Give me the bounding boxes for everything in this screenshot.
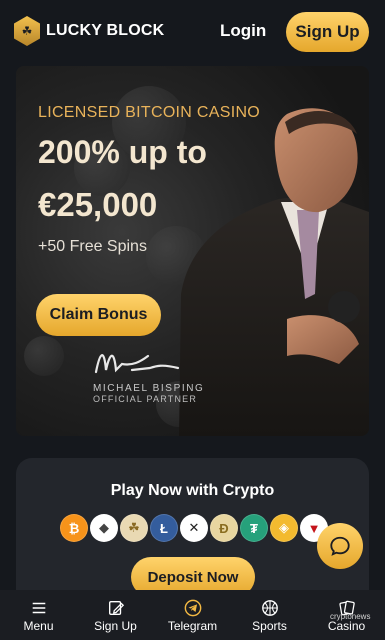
bitcoin-coin-decoration — [24, 336, 64, 376]
crypto-panel: Play Now with Crypto ₿ ◆ ☘ Ł ✕ Ð ₮ ◈ ▼ D… — [16, 458, 369, 608]
logo[interactable]: ☘ LUCKY BLOCK — [14, 16, 164, 46]
ball-icon — [261, 599, 278, 616]
nav-label: Telegram — [167, 618, 218, 633]
hero-title-line1: 200% up to — [38, 134, 207, 170]
bnb-icon: ◈ — [270, 514, 298, 542]
nav-item-menu[interactable]: Menu — [0, 590, 77, 640]
logo-text: LUCKY BLOCK — [46, 22, 165, 39]
hero-subtitle: +50 Free Spins — [38, 238, 147, 255]
litecoin-icon: Ł — [150, 514, 178, 542]
tether-icon: ₮ — [240, 514, 268, 542]
hero-kicker: LICENSED BITCOIN CASINO — [38, 104, 261, 121]
telegram-icon — [184, 599, 201, 616]
chat-button[interactable] — [317, 523, 363, 569]
bottom-nav: Menu Sign Up Telegram Sports Casino — [0, 590, 385, 640]
lucky-block-icon: ☘ — [120, 514, 148, 542]
hero-banner[interactable]: LICENSED BITCOIN CASINO 200% up to €25,0… — [16, 66, 369, 436]
bitcoin-icon: ₿ — [60, 514, 88, 542]
partner-name: MICHAEL BISPING — [93, 383, 205, 394]
edit-icon — [108, 600, 124, 615]
nav-label: Menu — [23, 618, 54, 633]
signature-graphic — [94, 354, 180, 374]
hero-title-line2: €25,000 — [38, 186, 158, 223]
nav-label: Sports — [252, 618, 287, 633]
ethereum-icon: ◆ — [90, 514, 118, 542]
partner-role: OFFICIAL PARTNER — [93, 394, 198, 404]
xrp-icon: ✕ — [180, 514, 208, 542]
clover-logo-icon: ☘ — [14, 16, 40, 46]
screen: ☘ LUCKY BLOCK Login Sign Up LICENSED BIT… — [0, 0, 385, 640]
nav-item-telegram[interactable]: Telegram — [154, 590, 231, 640]
top-header: ☘ LUCKY BLOCK Login Sign Up — [0, 0, 385, 64]
menu-icon — [32, 602, 45, 613]
sign-up-button[interactable]: Sign Up — [286, 12, 369, 52]
chat-icon — [330, 536, 350, 556]
watermark-text: cryptonews — [330, 612, 371, 621]
login-button[interactable]: Login — [220, 21, 266, 41]
dogecoin-icon: Ð — [210, 514, 238, 542]
crypto-icons-row: ₿ ◆ ☘ Ł ✕ Ð ₮ ◈ ▼ — [60, 514, 328, 542]
nav-label: Casino — [327, 618, 366, 633]
nav-item-sports[interactable]: Sports — [231, 590, 308, 640]
nav-item-sign-up[interactable]: Sign Up — [77, 590, 154, 640]
crypto-panel-title: Play Now with Crypto — [110, 482, 275, 499]
nav-label: Sign Up — [94, 618, 137, 633]
claim-bonus-button[interactable]: Claim Bonus — [36, 294, 161, 336]
